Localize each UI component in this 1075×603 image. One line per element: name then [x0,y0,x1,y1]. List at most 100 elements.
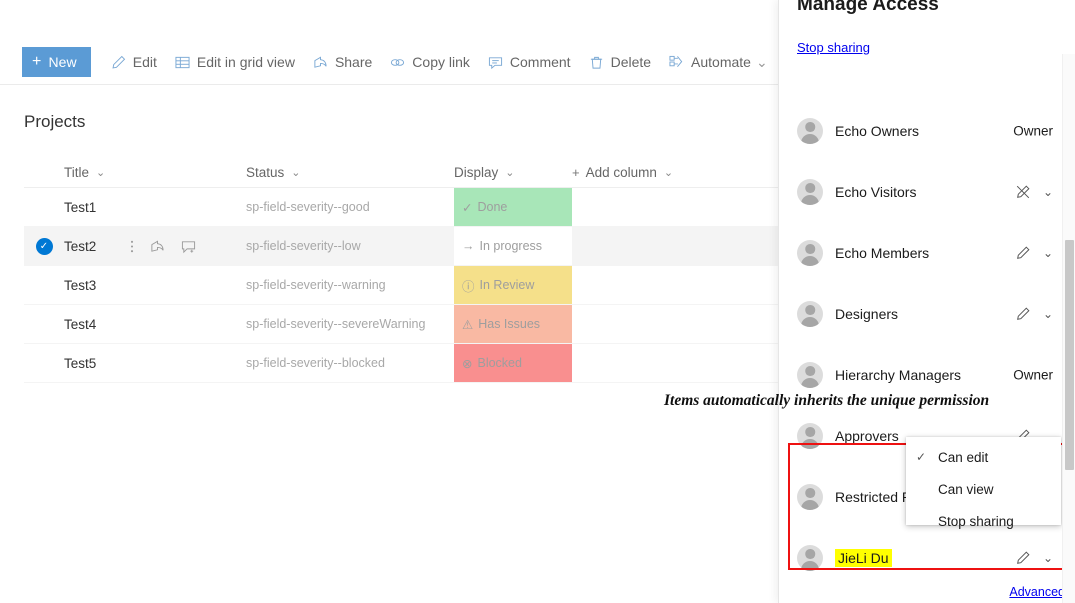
new-button[interactable]: + New [22,47,91,77]
screen: + New Edit Edit in grid view Share Copy … [0,0,1075,603]
pencil-icon[interactable] [1015,245,1031,261]
menu-item-can-edit[interactable]: ✓ Can edit [906,441,1061,473]
row-display: → In progress [454,227,572,265]
grid-icon [174,54,191,71]
advanced-link[interactable]: Advanced [1009,585,1065,599]
row-title: Test5 [64,355,97,371]
status-badge-label: In Review [479,278,535,292]
list-item[interactable]: Echo Owners Owner [779,100,1059,161]
person-name: Echo Owners [835,122,920,139]
edit-in-grid-view-button[interactable]: Edit in grid view [167,46,302,78]
chevron-down-icon: ⌄ [755,53,768,70]
stop-sharing-link[interactable]: Stop sharing [797,40,870,55]
row-display: ✓ Done [454,188,572,226]
person-permission: ⌄ [1015,184,1053,200]
status-badge-label: Blocked [477,356,522,370]
status-badge: ⊗ Blocked [454,344,572,382]
row-actions [130,239,196,254]
column-header-status-label: Status [246,165,285,180]
check-icon[interactable]: ✓ [35,237,53,255]
warning-icon: ⚠ [462,317,474,332]
status-badge: ✓ Done [454,188,572,226]
menu-item-can-view[interactable]: Can view [906,473,1061,505]
copy-link-button[interactable]: Copy link [382,46,477,78]
row-title: Test4 [64,316,97,332]
automate-label: Automate [691,54,751,70]
pencil-blocked-icon[interactable] [1015,184,1031,200]
row-status: sp-field-severity--good [246,200,370,214]
row-checkbox[interactable]: ✓ [24,227,64,265]
edit-button[interactable]: Edit [103,46,164,78]
delete-button[interactable]: Delete [581,46,658,78]
row-title: Test2 [64,227,246,265]
row-empty-cell [572,188,780,226]
person-name: Echo Members [835,244,930,261]
table-row[interactable]: Test5 sp-field-severity--blocked ⊗ Block… [24,344,780,383]
add-column-button[interactable]: + Add column ⌄ [572,165,780,180]
person-permission: Owner [1013,123,1053,138]
avatar [797,300,823,327]
manage-access-panel: Manage Access Stop sharing Echo Owners O… [778,0,1075,603]
arrow-right-icon: → [462,239,475,253]
permission-context-menu: ✓ Can edit Can view Stop sharing [906,437,1061,529]
share-icon [312,54,329,71]
table-row[interactable]: Test4 sp-field-severity--severeWarning ⚠… [24,305,780,344]
edit-in-grid-view-label: Edit in grid view [196,54,295,70]
table-row[interactable]: Test3 sp-field-severity--warning ⓘ In Re… [24,266,780,305]
chevron-down-icon: ⌄ [505,167,515,179]
comment-label: Comment [509,54,571,70]
column-header-display[interactable]: Display ⌄ [454,165,572,180]
share-label: Share [334,54,373,70]
panel-scrollbar-track[interactable] [1062,54,1075,603]
row-title: Test3 [64,277,97,293]
column-header-title[interactable]: Title ⌄ [64,165,246,180]
person-permission: ⌄ [1015,306,1053,322]
plus-icon: + [572,165,580,180]
pencil-icon[interactable] [1015,550,1031,566]
list-item[interactable]: Echo Visitors ⌄ [779,161,1059,222]
panel-scrollbar-thumb[interactable] [1065,240,1074,470]
projects-table: Title ⌄ Status ⌄ Display ⌄ + Add column … [24,158,780,383]
row-empty-cell [572,305,780,343]
avatar [797,117,823,144]
chevron-down-icon[interactable]: ⌄ [1043,307,1053,321]
row-checkbox[interactable] [24,344,64,382]
chevron-down-icon[interactable]: ⌄ [1043,185,1053,199]
row-checkbox[interactable] [24,188,64,226]
chevron-down-icon: ⌄ [291,167,301,179]
pencil-icon[interactable] [1015,306,1031,322]
row-checkbox[interactable] [24,266,64,304]
table-header-row: Title ⌄ Status ⌄ Display ⌄ + Add column … [24,158,780,188]
comment-add-icon[interactable] [181,239,196,254]
automate-button[interactable]: Automate ⌄ [661,46,775,78]
more-vertical-icon[interactable] [130,239,134,254]
command-bar: + New Edit Edit in grid view Share Copy … [0,40,780,85]
menu-item-stop-sharing[interactable]: Stop sharing [906,505,1061,537]
link-icon [389,54,406,71]
row-checkbox[interactable] [24,305,64,343]
person-permission: ⌄ [1015,245,1053,261]
chevron-down-icon[interactable]: ⌄ [1043,246,1053,260]
row-display: ⊗ Blocked [454,344,572,382]
table-row[interactable]: Test1 sp-field-severity--good ✓ Done [24,188,780,227]
chevron-down-icon[interactable]: ⌄ [1043,551,1053,565]
status-badge-label: Has Issues [478,317,541,331]
column-header-display-label: Display [454,165,499,180]
person-name: JieLi Du [835,548,892,567]
check-icon: ✓ [462,200,473,215]
column-header-status[interactable]: Status ⌄ [246,165,454,180]
column-header-title-label: Title [64,165,90,180]
row-status: sp-field-severity--warning [246,278,386,292]
share-button[interactable]: Share [305,46,379,78]
person-permission: Owner [1013,367,1053,382]
person-name: Echo Visitors [835,183,917,200]
list-item[interactable]: Echo Members ⌄ [779,222,1059,283]
share-icon[interactable] [150,239,165,254]
avatar [797,422,823,449]
plus-icon: + [32,53,42,70]
list-item[interactable]: Designers ⌄ [779,283,1059,344]
row-title: Test1 [64,199,97,215]
table-row[interactable]: ✓ Test2 sp-field-severity--low → In prog… [24,227,780,266]
comment-button[interactable]: Comment [480,46,578,78]
check-icon: ✓ [916,450,927,464]
